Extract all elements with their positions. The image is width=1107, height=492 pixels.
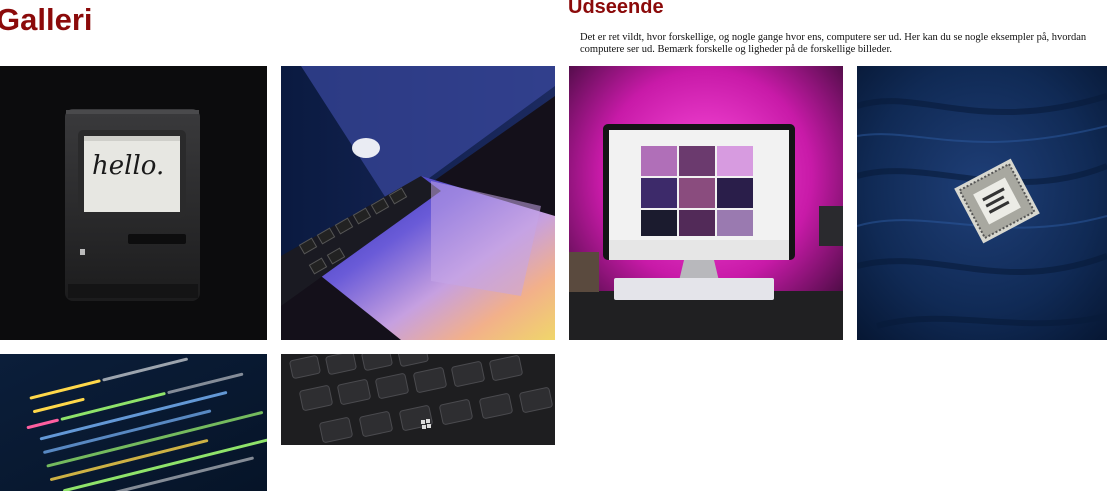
macintosh-hello-photo[interactable]: hello. — [0, 66, 267, 340]
hello-text: hello. — [92, 151, 164, 181]
appearance-intro-line-2: computere ser ud. Bemærk forskelle og li… — [580, 43, 892, 55]
gallery-title: Galleri — [0, 2, 93, 37]
appearance-intro: Det er ret vildt, hvor forskellige, og n… — [580, 32, 1107, 55]
appearance-intro-line-1: Det er ret vildt, hvor forskellige, og n… — [580, 32, 1087, 43]
keyboard-photo[interactable] — [281, 354, 555, 445]
macbook-laptop-photo[interactable] — [281, 66, 555, 340]
code-screen-photo[interactable] — [0, 354, 267, 491]
imac-desk-photo[interactable] — [569, 66, 843, 340]
appearance-title: Udseende — [568, 0, 664, 18]
cpu-chip-photo[interactable] — [857, 66, 1107, 340]
